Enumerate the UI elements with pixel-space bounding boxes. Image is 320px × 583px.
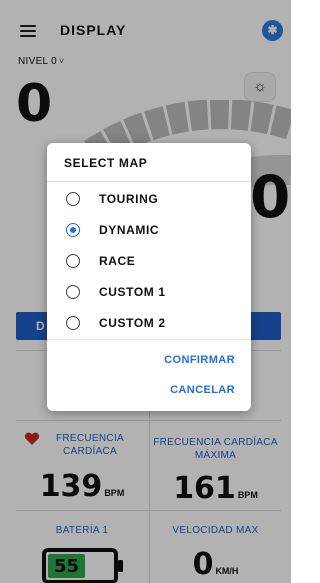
map-option-dynamic[interactable]: DYNAMIC [47, 216, 251, 244]
radio-button[interactable] [66, 316, 80, 330]
option-label: RACE [99, 254, 136, 268]
dialog-title: SELECT MAP [64, 156, 148, 170]
radio-button[interactable] [66, 254, 80, 268]
select-map-dialog: SELECT MAP TOURING DYNAMIC RACE CUSTOM 1… [47, 143, 251, 411]
option-label: CUSTOM 2 [99, 316, 166, 330]
map-option-touring[interactable]: TOURING [47, 185, 251, 213]
dialog-divider [47, 339, 251, 340]
map-option-custom-1[interactable]: CUSTOM 1 [47, 278, 251, 306]
radio-button[interactable] [66, 192, 80, 206]
map-option-custom-2[interactable]: CUSTOM 2 [47, 309, 251, 337]
radio-button[interactable] [66, 285, 80, 299]
radio-button-checked[interactable] [66, 223, 80, 237]
option-label: DYNAMIC [99, 223, 160, 237]
option-label: CUSTOM 1 [99, 285, 166, 299]
option-label: TOURING [99, 192, 159, 206]
dialog-divider [47, 181, 251, 182]
confirm-button[interactable]: CONFIRMAR [164, 354, 235, 366]
cancel-button[interactable]: CANCELAR [170, 384, 235, 396]
map-option-race[interactable]: RACE [47, 247, 251, 275]
